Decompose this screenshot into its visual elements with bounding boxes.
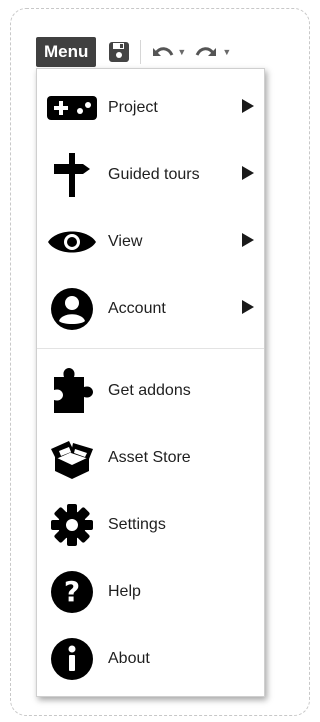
info-icon	[47, 634, 97, 684]
menu-item-label: Project	[108, 99, 158, 116]
account-icon	[47, 284, 97, 334]
main-menu-dropdown: Project Guided tours View Account Get ad…	[36, 68, 265, 697]
redo-dropdown-icon[interactable]: ▼	[222, 47, 231, 57]
redo-icon[interactable]: ▼	[194, 37, 231, 67]
menu-item-about[interactable]: About	[37, 626, 264, 692]
submenu-arrow-icon	[242, 232, 254, 252]
toolbar-separator	[140, 40, 142, 64]
menu-item-asset-store[interactable]: Asset Store	[37, 425, 264, 491]
eye-icon	[47, 217, 97, 267]
menu-item-label: Account	[108, 300, 166, 317]
menu-item-account[interactable]: Account	[37, 276, 264, 342]
signpost-icon	[47, 150, 97, 200]
menu-item-label: Help	[108, 583, 141, 600]
submenu-arrow-icon	[242, 98, 254, 118]
save-icon[interactable]	[108, 37, 130, 67]
menu-item-label: Settings	[108, 516, 166, 533]
menu-item-label: About	[108, 650, 150, 667]
menu-item-settings[interactable]: Settings	[37, 492, 264, 558]
gear-icon	[47, 500, 97, 550]
menu-button[interactable]: Menu	[36, 37, 97, 67]
menu-item-label: Asset Store	[108, 449, 191, 466]
menu-item-label: Guided tours	[108, 166, 200, 183]
undo-icon[interactable]: ▼	[149, 37, 186, 67]
help-icon: ?	[47, 567, 97, 617]
open-box-icon	[47, 433, 97, 483]
submenu-arrow-icon	[242, 165, 254, 185]
menu-item-help[interactable]: ? Help	[37, 559, 264, 625]
toolbar: Menu ▼ ▼	[36, 37, 286, 67]
undo-dropdown-icon[interactable]: ▼	[177, 47, 186, 57]
svg-text:?: ?	[64, 575, 80, 608]
puzzle-icon	[47, 366, 97, 416]
menu-item-guided-tours[interactable]: Guided tours	[37, 142, 264, 208]
menu-item-label: View	[108, 233, 143, 250]
submenu-arrow-icon	[242, 299, 254, 319]
menu-divider	[37, 348, 264, 349]
menu-item-view[interactable]: View	[37, 209, 264, 275]
menu-item-project[interactable]: Project	[37, 75, 264, 141]
menu-item-label: Get addons	[108, 382, 191, 399]
gamepad-icon	[47, 83, 97, 133]
menu-item-get-addons[interactable]: Get addons	[37, 358, 264, 424]
